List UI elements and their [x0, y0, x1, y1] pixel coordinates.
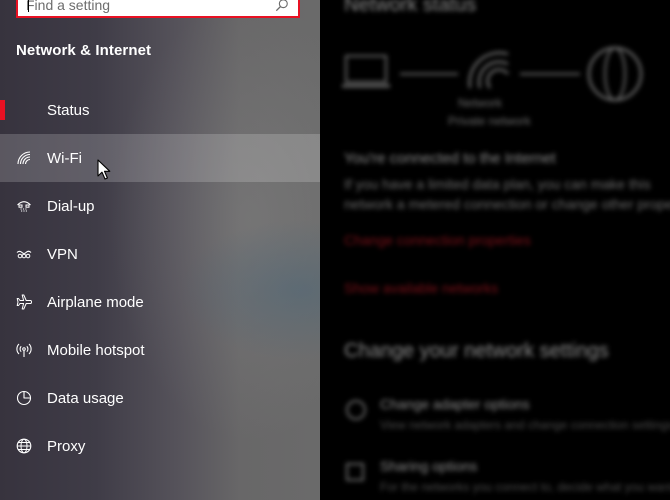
- blurred-content: Network status Network Private network Y…: [320, 0, 670, 500]
- wifi-icon: [15, 149, 33, 167]
- adapter-options-title: Change adapter options: [380, 396, 530, 412]
- page-title: Network status: [344, 0, 477, 16]
- sidebar-item-wifi[interactable]: Wi-Fi: [0, 134, 320, 182]
- sidebar-item-label: Proxy: [47, 437, 86, 455]
- sidebar-item-data-usage[interactable]: Data usage: [0, 374, 320, 422]
- vpn-icon: [15, 245, 33, 263]
- adapter-options-desc: View network adapters and change connect…: [380, 418, 670, 432]
- sidebar-item-proxy[interactable]: Proxy: [0, 422, 320, 470]
- sharing-options-desc: For the networks you connect to, decide …: [380, 480, 670, 494]
- connection-status: You're connected to the Internet: [344, 150, 556, 167]
- search-icon[interactable]: [274, 0, 290, 13]
- change-connection-properties-link[interactable]: Change connection properties: [344, 232, 531, 248]
- navigation-pane: Network & Internet Status Wi-Fi: [0, 0, 320, 500]
- metered-text-line1: If you have a limited data plan, you can…: [344, 176, 651, 192]
- sharing-icon: [346, 463, 364, 481]
- hotspot-icon: [15, 341, 33, 359]
- search-box[interactable]: [16, 0, 300, 18]
- text-caret: [28, 0, 29, 12]
- search-input[interactable]: [18, 0, 274, 16]
- section-title: Network & Internet: [16, 42, 152, 59]
- globe-icon: [15, 437, 33, 455]
- sharing-options-title: Sharing options: [380, 458, 478, 474]
- sidebar-item-status[interactable]: Status: [0, 86, 320, 134]
- dialup-icon: [15, 197, 33, 215]
- sidebar-item-dialup[interactable]: Dial-up: [0, 182, 320, 230]
- sidebar-item-mobile-hotspot[interactable]: Mobile hotspot: [0, 326, 320, 374]
- sidebar-item-label: VPN: [47, 245, 78, 263]
- sidebar-item-label: Wi-Fi: [47, 149, 82, 167]
- sidebar-item-label: Status: [47, 101, 90, 119]
- content-pane: Network status Network Private network Y…: [320, 0, 670, 500]
- show-available-networks-link[interactable]: Show available networks: [344, 280, 498, 296]
- network-name: Network: [458, 96, 503, 110]
- mouse-cursor-icon: [97, 159, 111, 180]
- airplane-icon: [15, 293, 33, 311]
- change-settings-heading: Change your network settings: [344, 340, 609, 362]
- sidebar-item-vpn[interactable]: VPN: [0, 230, 320, 278]
- sidebar-item-label: Data usage: [47, 389, 124, 407]
- sidebar-item-airplane-mode[interactable]: Airplane mode: [0, 278, 320, 326]
- sidebar-item-label: Airplane mode: [47, 293, 144, 311]
- network-type: Private network: [448, 114, 531, 128]
- status-icon: [15, 101, 33, 119]
- metered-text-line2: network a metered connection or change o…: [344, 196, 670, 212]
- sidebar-item-label: Dial-up: [47, 197, 95, 215]
- nav-list: Status Wi-Fi Dial-up VPN Airplane mode M…: [0, 86, 320, 470]
- selection-indicator: [0, 100, 5, 120]
- adapter-icon: [346, 400, 366, 420]
- data-usage-icon: [15, 389, 33, 407]
- sidebar-item-label: Mobile hotspot: [47, 341, 145, 359]
